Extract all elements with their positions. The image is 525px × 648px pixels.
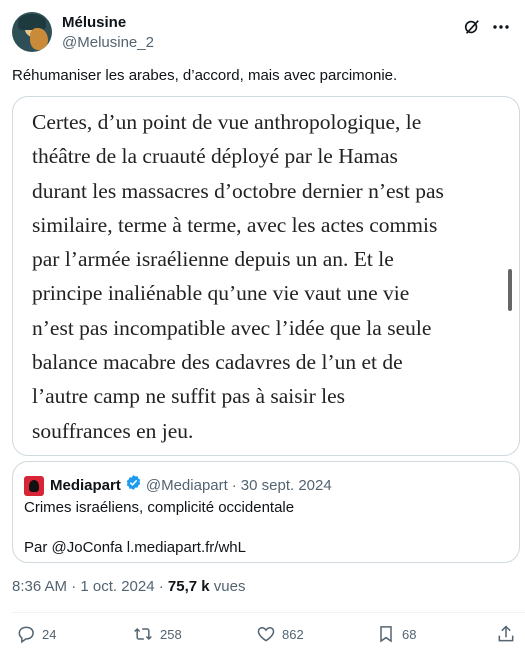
quote-text-line: Crimes israéliens, complicité occidental… — [24, 499, 295, 516]
reply-button[interactable]: 24 — [16, 624, 56, 644]
bookmark-count: 68 — [402, 626, 417, 642]
quoted-tweet[interactable]: Mediapart @Mediapart · 30 sept. 2024 Cri… — [12, 461, 520, 563]
more-icon[interactable] — [491, 18, 511, 36]
media-line: n’est pas incompatible avec l’idée que l… — [32, 315, 432, 340]
bookmark-icon — [376, 624, 402, 644]
media-line: balance macabre des cadavres de l’un et … — [32, 350, 403, 375]
like-count: 862 — [282, 626, 304, 642]
media-text: Certes, d’un point de vue anthropologiqu… — [32, 105, 502, 448]
share-button[interactable] — [496, 624, 522, 644]
author-names: Mélusine @Melusine_2 — [62, 13, 154, 53]
media-scrollbar[interactable] — [508, 269, 512, 311]
tweet-actions: 24 258 862 68 — [12, 624, 514, 644]
verified-badge-icon — [125, 474, 142, 497]
quote-body: Crimes israéliens, complicité occidental… — [24, 498, 294, 558]
tweet-text: Réhumaniser les arabes, d’accord, mais a… — [12, 67, 398, 84]
media-line: souffrances en jeu. — [32, 418, 194, 443]
grok-icon[interactable] — [463, 18, 481, 36]
mediapart-logo-icon — [24, 475, 44, 496]
author-handle[interactable]: @Melusine_2 — [62, 33, 154, 53]
views-count: 75,7 k — [167, 578, 210, 595]
retweet-button[interactable]: 258 — [132, 624, 182, 644]
quote-text-line: Par @JoConfa l.mediapart.fr/whL — [24, 539, 246, 556]
tweet-timestamp[interactable]: 8:36 AM · 1 oct. 2024 · — [12, 578, 168, 595]
media-line: durant les massacres d’octobre dernier n… — [32, 178, 444, 203]
quote-separator: · — [231, 476, 237, 494]
avatar[interactable] — [12, 12, 52, 52]
tweet-header: Mélusine @Melusine_2 — [12, 12, 513, 54]
header-actions — [463, 18, 511, 36]
author-display-name[interactable]: Mélusine — [62, 13, 154, 33]
bookmark-button[interactable]: 68 — [376, 624, 416, 644]
media-line: similaire, terme à terme, avec les actes… — [32, 212, 438, 237]
media-line: principe inaliénable qu’une vie vaut une… — [32, 281, 410, 306]
divider — [12, 612, 525, 613]
media-line: par l’armée israélienne depuis un an. Et… — [32, 247, 394, 272]
reply-count: 24 — [42, 626, 57, 642]
views-label: vues — [209, 578, 246, 595]
quote-author-name: Mediapart — [50, 476, 121, 494]
media-line: l’autre camp ne suffit pas à saisir les — [32, 384, 346, 409]
like-button[interactable]: 862 — [256, 624, 304, 644]
share-icon — [496, 624, 522, 644]
quote-author-handle: @Mediapart — [145, 476, 228, 494]
quote-header: Mediapart @Mediapart · 30 sept. 2024 — [24, 474, 332, 497]
retweet-count: 258 — [160, 626, 182, 642]
tweet-media-image[interactable]: Certes, d’un point de vue anthropologiqu… — [12, 96, 520, 456]
quote-date[interactable]: 30 sept. 2024 — [241, 476, 332, 496]
retweet-icon — [132, 624, 160, 644]
tweet-meta: 8:36 AM · 1 oct. 2024 · 75,7 k vues — [12, 578, 246, 595]
reply-icon — [16, 624, 42, 644]
like-icon — [256, 624, 282, 644]
media-line: théâtre de la cruauté déployé par le Ham… — [32, 144, 398, 169]
media-line: Certes, d’un point de vue anthropologiqu… — [32, 110, 422, 134]
